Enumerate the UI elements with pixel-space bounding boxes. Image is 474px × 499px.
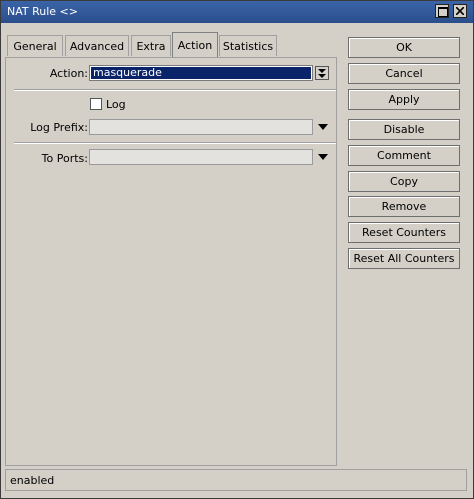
action-value: masquerade: [91, 67, 311, 79]
to-ports-input[interactable]: [89, 149, 313, 165]
to-ports-dropdown-icon[interactable]: [318, 154, 328, 160]
apply-button[interactable]: Apply: [348, 89, 460, 110]
status-bar: enabled: [5, 469, 467, 491]
comment-button[interactable]: Comment: [348, 145, 460, 166]
reset-all-counters-button[interactable]: Reset All Counters: [348, 248, 460, 269]
disable-button[interactable]: Disable: [348, 119, 460, 140]
maximize-icon[interactable]: [435, 4, 449, 18]
log-prefix-input[interactable]: [89, 119, 313, 135]
separator-2: [14, 142, 336, 144]
separator-1: [14, 89, 336, 91]
action-select[interactable]: masquerade: [89, 65, 313, 81]
copy-button[interactable]: Copy: [348, 171, 460, 192]
remove-button[interactable]: Remove: [348, 196, 460, 217]
reset-counters-button[interactable]: Reset Counters: [348, 222, 460, 243]
close-icon[interactable]: [453, 4, 467, 18]
ok-button[interactable]: OK: [348, 37, 460, 58]
title-bar[interactable]: NAT Rule <>: [1, 1, 473, 23]
window-title: NAT Rule <>: [7, 5, 78, 18]
log-prefix-label: Log Prefix:: [30, 121, 88, 134]
tab-statistics[interactable]: Statistics: [219, 35, 277, 56]
tab-extra[interactable]: Extra: [131, 35, 171, 56]
action-label: Action:: [49, 67, 88, 80]
tab-advanced[interactable]: Advanced: [65, 35, 129, 56]
action-panel: Action: masquerade Log Log Prefix: To Po…: [5, 57, 337, 466]
status-text: enabled: [10, 474, 55, 487]
action-dropdown-button[interactable]: [315, 66, 329, 80]
tab-general[interactable]: General: [7, 35, 63, 56]
log-checkbox[interactable]: [90, 98, 102, 110]
log-prefix-dropdown-icon[interactable]: [318, 124, 328, 130]
log-label: Log: [106, 98, 126, 111]
tab-action[interactable]: Action: [172, 32, 218, 57]
cancel-button[interactable]: Cancel: [348, 63, 460, 84]
to-ports-label: To Ports:: [41, 152, 88, 165]
double-arrow-down-icon: [318, 69, 326, 78]
